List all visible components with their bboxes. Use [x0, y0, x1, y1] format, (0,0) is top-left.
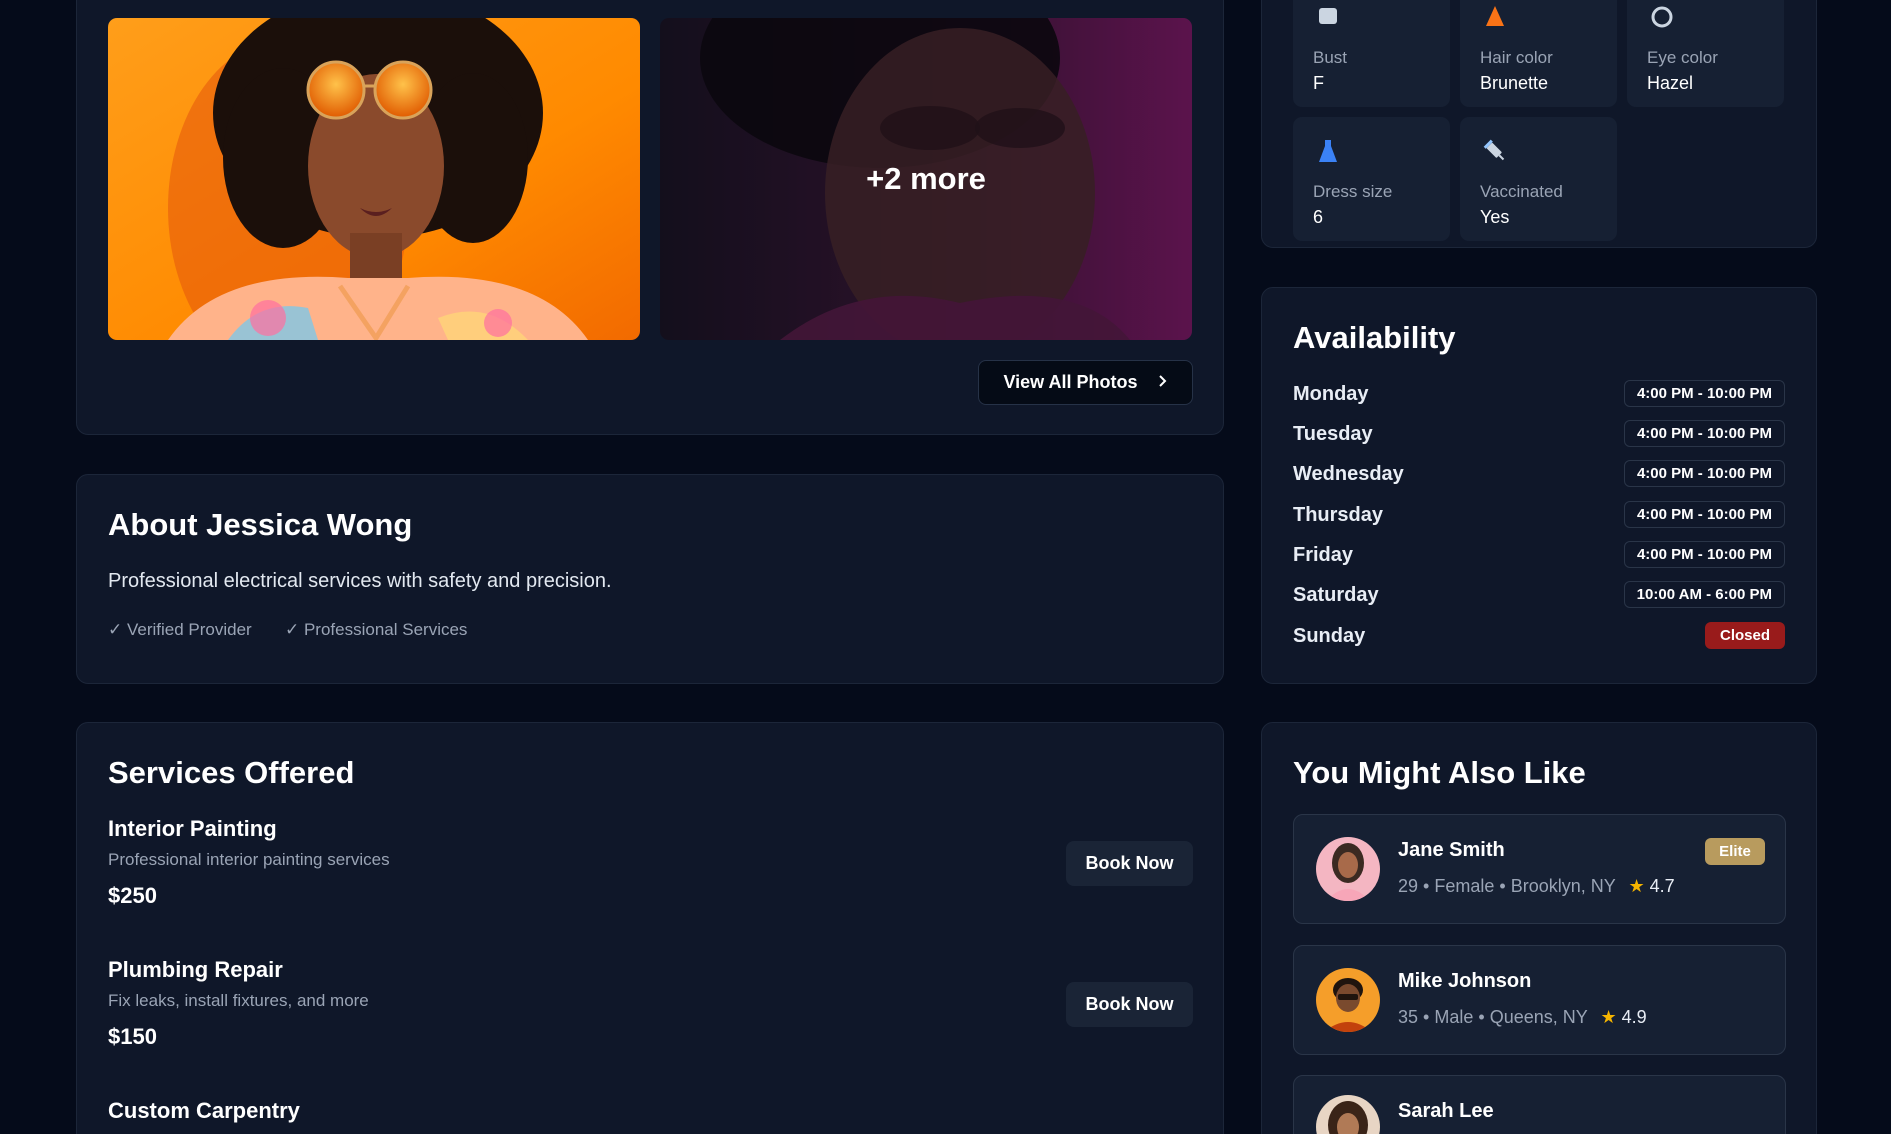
- star-icon: ★: [1628, 876, 1645, 896]
- recommendations-card: You Might Also Like Jane Smith 29 • Fema…: [1261, 722, 1817, 1134]
- professional-services-tag: ✓ Professional Services: [285, 620, 468, 639]
- availability-day: Saturday: [1293, 584, 1379, 606]
- eye-color-icon: [1649, 4, 1675, 30]
- availability-hours: 4:00 PM - 10:00 PM: [1623, 501, 1785, 528]
- availability-hours: 4:00 PM - 10:00 PM: [1623, 541, 1785, 568]
- recommendation-meta: 29 • Female • Brooklyn, NY ★ 4.7: [1398, 876, 1675, 896]
- availability-day: Thursday: [1293, 504, 1384, 526]
- availability-day: Sunday: [1293, 625, 1366, 647]
- elite-badge: Elite: [1705, 838, 1765, 865]
- profile-page: +2 more View All Photos About Jessica Wo…: [0, 0, 1891, 1134]
- availability-day: Monday: [1293, 383, 1369, 405]
- services-title: Services Offered: [108, 755, 355, 790]
- view-all-photos-label: View All Photos: [1003, 372, 1138, 392]
- service-price: $150: [108, 1024, 157, 1049]
- recommendation-card[interactable]: Sarah Lee: [1293, 1075, 1786, 1134]
- about-card: About Jessica Wong Professional electric…: [76, 474, 1224, 684]
- book-now-button[interactable]: Book Now: [1066, 982, 1193, 1027]
- syringe-icon: [1482, 138, 1508, 164]
- about-title: About Jessica Wong: [108, 507, 413, 542]
- availability-hours: 4:00 PM - 10:00 PM: [1623, 460, 1785, 487]
- avatar: [1316, 1095, 1380, 1134]
- photo-gallery-card: +2 more View All Photos: [76, 0, 1224, 435]
- rating-value: 4.9: [1621, 1007, 1647, 1027]
- recommendation-card[interactable]: Mike Johnson 35 • Male • Queens, NY ★ 4.…: [1293, 945, 1786, 1055]
- availability-title: Availability: [1293, 320, 1456, 355]
- about-description: Professional electrical services with sa…: [108, 570, 612, 592]
- service-price: $250: [108, 883, 157, 908]
- view-all-photos-button[interactable]: View All Photos: [978, 360, 1193, 405]
- availability-day: Tuesday: [1293, 423, 1373, 445]
- attribute-tile-hair-color: Hair color Brunette: [1460, 0, 1617, 107]
- service-description: Professional interior painting services: [108, 850, 390, 869]
- attribute-tile-bust: Bust F: [1293, 0, 1450, 107]
- attribute-label: Dress size: [1313, 182, 1393, 201]
- availability-hours: 10:00 AM - 6:00 PM: [1623, 581, 1785, 608]
- service-name: Custom Carpentry: [108, 1098, 300, 1123]
- attribute-value: 6: [1313, 207, 1324, 227]
- service-name: Interior Painting: [108, 816, 277, 841]
- avatar: [1316, 837, 1380, 901]
- attributes-card: Bust F Hair color Brunette Eye color Haz…: [1261, 0, 1817, 248]
- chevron-right-icon: [1158, 372, 1168, 393]
- gallery-photo-1[interactable]: [108, 18, 640, 340]
- recommendation-name: Sarah Lee: [1398, 1100, 1494, 1122]
- attribute-value: Hazel: [1647, 73, 1694, 93]
- attribute-value: Yes: [1480, 207, 1510, 227]
- attribute-tile-eye-color: Eye color Hazel: [1627, 0, 1784, 107]
- attribute-label: Bust: [1313, 48, 1348, 67]
- availability-hours: 4:00 PM - 10:00 PM: [1623, 420, 1785, 447]
- attribute-label: Eye color: [1647, 48, 1718, 67]
- recommendations-title: You Might Also Like: [1293, 755, 1586, 790]
- availability-hours: 4:00 PM - 10:00 PM: [1623, 380, 1785, 407]
- verified-provider-tag: ✓ Verified Provider: [108, 620, 252, 639]
- recommendation-card[interactable]: Jane Smith 29 • Female • Brooklyn, NY ★ …: [1293, 814, 1786, 924]
- service-name: Plumbing Repair: [108, 957, 283, 982]
- availability-day: Wednesday: [1293, 463, 1404, 485]
- attribute-label: Hair color: [1480, 48, 1553, 67]
- attribute-value: F: [1313, 73, 1324, 93]
- more-photos-label: +2 more: [866, 161, 986, 196]
- recommendation-name: Mike Johnson: [1398, 970, 1532, 992]
- hair-color-icon: [1482, 4, 1508, 30]
- bust-icon: [1315, 4, 1341, 30]
- dress-icon: [1315, 138, 1341, 164]
- availability-card: Availability Monday 4:00 PM - 10:00 PM T…: [1261, 287, 1817, 684]
- star-icon: ★: [1600, 1007, 1617, 1027]
- gallery-photo-more[interactable]: +2 more: [660, 18, 1192, 340]
- avatar: [1316, 968, 1380, 1032]
- recommendation-name: Jane Smith: [1398, 839, 1505, 861]
- rating-value: 4.7: [1649, 876, 1675, 896]
- service-description: Fix leaks, install fixtures, and more: [108, 991, 369, 1010]
- attribute-tile-dress-size: Dress size 6: [1293, 117, 1450, 241]
- services-card: Services Offered Interior Painting Profe…: [76, 722, 1224, 1134]
- closed-badge: Closed: [1705, 622, 1785, 649]
- attribute-label: Vaccinated: [1480, 182, 1563, 201]
- book-now-button[interactable]: Book Now: [1066, 841, 1193, 886]
- recommendation-meta: 35 • Male • Queens, NY ★ 4.9: [1398, 1007, 1647, 1027]
- attribute-value: Brunette: [1480, 73, 1549, 93]
- availability-day: Friday: [1293, 544, 1354, 566]
- attribute-tile-vaccinated: Vaccinated Yes: [1460, 117, 1617, 241]
